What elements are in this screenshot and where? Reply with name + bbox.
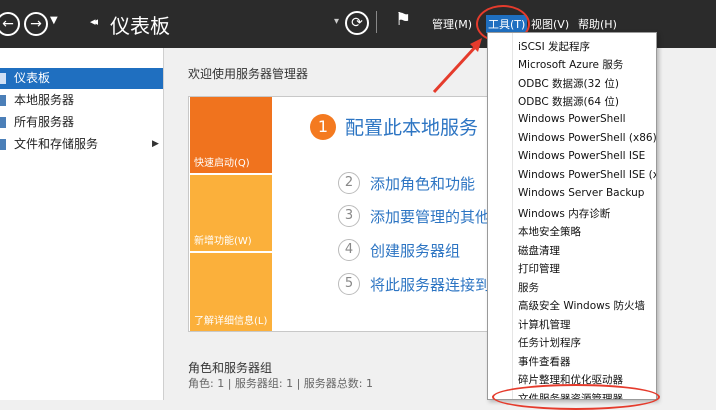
menu-item-event-viewer[interactable]: 事件查看器 [518, 354, 571, 369]
menu-item-firewall[interactable]: 高级安全 Windows 防火墙 [518, 298, 645, 313]
menu-item-powershell[interactable]: Windows PowerShell [518, 113, 626, 125]
menu-item-services[interactable]: 服务 [518, 280, 539, 295]
menu-item-local-security-policy[interactable]: 本地安全策略 [518, 224, 581, 239]
menu-item-odbc64[interactable]: ODBC 数据源(64 位) [518, 94, 619, 109]
annotation-circle-fsrm [492, 384, 660, 410]
annotation-arrow-line [432, 42, 480, 94]
menu-divider [512, 33, 513, 399]
menu-item-computer-management[interactable]: 计算机管理 [518, 317, 571, 332]
menu-item-print-management[interactable]: 打印管理 [518, 261, 560, 276]
menu-item-iscsi[interactable]: iSCSI 发起程序 [518, 39, 590, 54]
tools-dropdown-menu: iSCSI 发起程序 Microsoft Azure 服务 ODBC 数据源(3… [487, 32, 657, 400]
menu-item-memory-diagnostic[interactable]: Windows 内存诊断 [518, 206, 610, 221]
menu-item-powershell-ise-x86[interactable]: Windows PowerShell ISE (x86) [518, 169, 656, 181]
menu-item-server-backup[interactable]: Windows Server Backup [518, 187, 644, 199]
menu-item-disk-cleanup[interactable]: 磁盘清理 [518, 243, 560, 258]
menu-item-odbc32[interactable]: ODBC 数据源(32 位) [518, 76, 619, 91]
menu-item-azure[interactable]: Microsoft Azure 服务 [518, 57, 623, 72]
menu-item-task-scheduler[interactable]: 任务计划程序 [518, 335, 581, 350]
menu-item-powershell-ise[interactable]: Windows PowerShell ISE [518, 150, 645, 162]
menu-item-powershell-x86[interactable]: Windows PowerShell (x86) [518, 132, 656, 144]
